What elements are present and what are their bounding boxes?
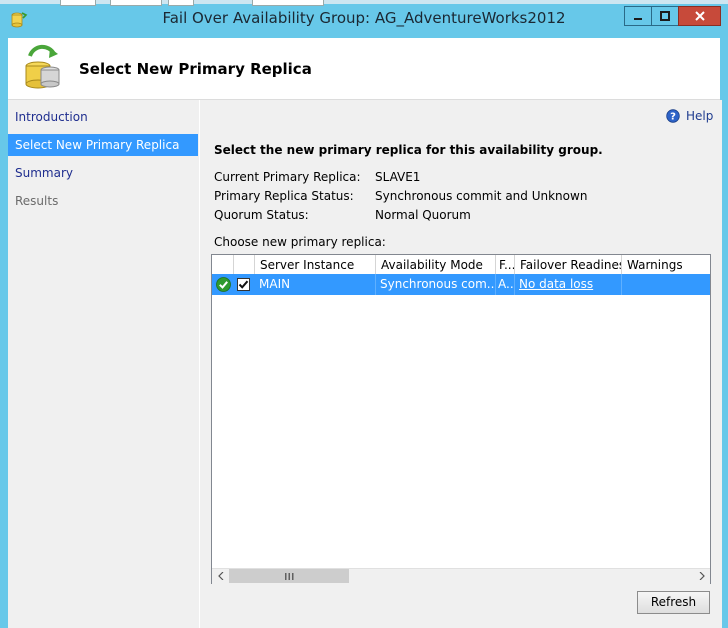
check-icon [238, 280, 249, 289]
window-border-left [0, 38, 8, 628]
cell-availability-mode: Synchronous com... [376, 274, 496, 295]
scroll-thumb[interactable] [229, 569, 349, 583]
window-title: Fail Over Availability Group: AG_Adventu… [162, 9, 566, 27]
primary-replica-status-value: Synchronous commit and Unknown [375, 189, 588, 203]
minimize-button[interactable] [624, 6, 652, 26]
background-tab [252, 0, 324, 6]
cell-failover-readiness: No data loss [515, 274, 622, 295]
column-header-warnings[interactable]: Warnings [622, 255, 710, 275]
maximize-button[interactable] [651, 6, 679, 26]
column-header-select [234, 255, 255, 275]
quorum-status-label: Quorum Status: [214, 208, 309, 222]
choose-replica-label: Choose new primary replica: [214, 235, 386, 249]
arrow-right-icon [699, 572, 705, 580]
column-header-failover-readiness[interactable]: Failover Readiness [515, 255, 622, 275]
primary-replica-status-label: Primary Replica Status: [214, 189, 354, 203]
replica-select-checkbox[interactable] [237, 278, 250, 291]
instruction-text: Select the new primary replica for this … [214, 143, 603, 157]
background-tab [110, 0, 162, 6]
maximize-icon [660, 11, 670, 21]
column-header-failover-mode[interactable]: F... [496, 255, 515, 275]
help-link[interactable]: ? Help [666, 109, 713, 123]
column-header-status [212, 255, 234, 275]
database-failover-icon [25, 44, 60, 89]
close-button[interactable] [678, 6, 721, 26]
close-icon [694, 11, 705, 21]
background-tab [168, 0, 194, 6]
nav-item-summary[interactable]: Summary [8, 162, 198, 184]
minimize-icon [634, 18, 642, 20]
svg-text:?: ? [670, 112, 676, 123]
nav-item-select-new-primary-replica[interactable]: Select New Primary Replica [8, 134, 198, 156]
arrow-left-icon [217, 572, 223, 580]
nav-item-introduction[interactable]: Introduction [8, 106, 198, 128]
quorum-status-value: Normal Quorum [375, 208, 471, 222]
cell-server-instance: MAIN [255, 274, 376, 295]
help-label: Help [686, 109, 714, 123]
refresh-button[interactable]: Refresh [637, 591, 710, 614]
column-header-availability-mode[interactable]: Availability Mode [376, 255, 496, 275]
current-primary-replica-label: Current Primary Replica: [214, 170, 361, 184]
failover-readiness-link[interactable]: No data loss [519, 277, 593, 291]
current-primary-replica-value: SLAVE1 [375, 170, 421, 184]
column-header-server-instance[interactable]: Server Instance [255, 255, 376, 275]
cell-warnings [622, 274, 710, 295]
replica-grid[interactable] [211, 254, 711, 584]
scroll-right-button[interactable] [694, 569, 709, 583]
background-tab [60, 0, 96, 6]
grip-icon [284, 572, 293, 580]
cell-failover-mode: A... [496, 274, 515, 295]
page-title: Select New Primary Replica [79, 60, 312, 78]
help-icon: ? [666, 109, 680, 123]
checkmark-status-icon [216, 277, 231, 292]
scroll-left-button[interactable] [213, 569, 228, 583]
nav-item-results: Results [15, 194, 59, 208]
